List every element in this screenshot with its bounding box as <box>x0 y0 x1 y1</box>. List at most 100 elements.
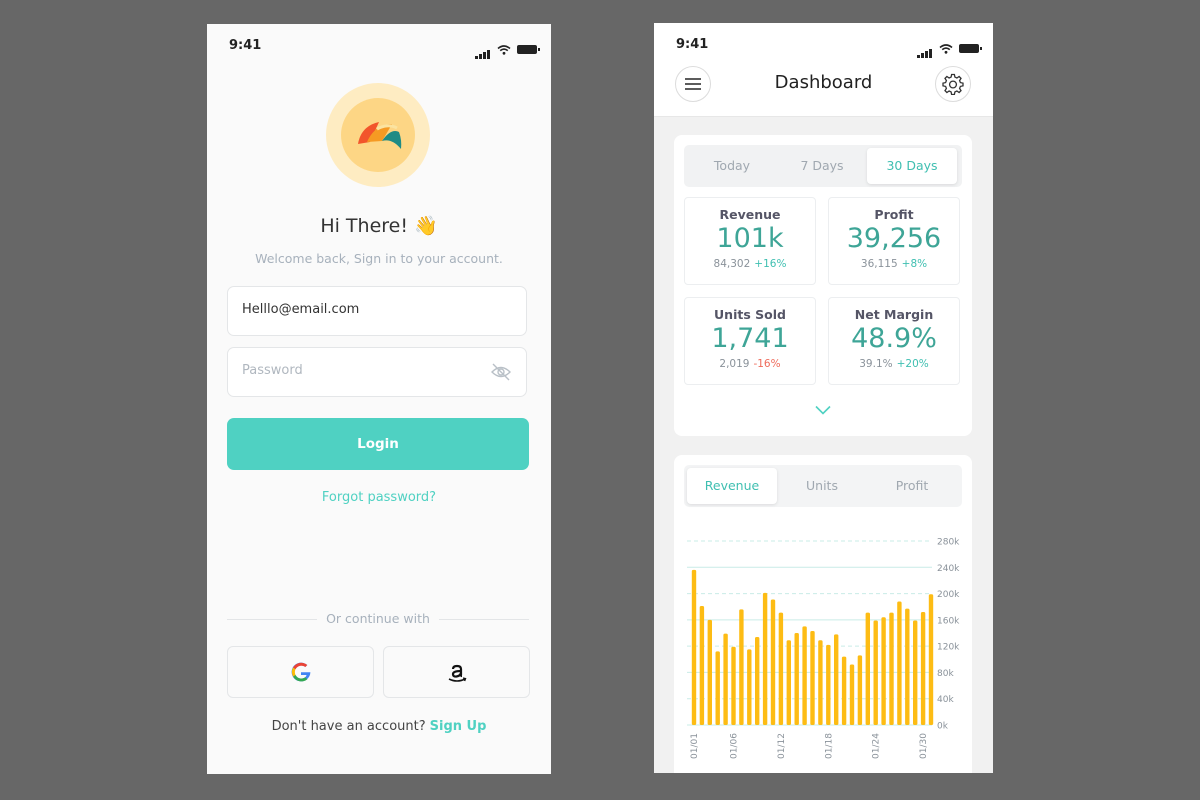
chart-bar <box>755 636 760 725</box>
chart-bar <box>731 646 736 725</box>
stat-change: +8% <box>901 258 928 270</box>
chart-bar <box>873 620 878 725</box>
stat-change: +20% <box>896 358 929 370</box>
chart-bar <box>715 651 720 725</box>
chart-bar <box>849 664 855 725</box>
chart-bar <box>699 606 705 725</box>
chart-bar <box>897 601 902 725</box>
stat-revenue[interactable]: Revenue 101k 84,302 +16% <box>684 197 816 285</box>
status-bar: 9:41 <box>654 37 993 58</box>
stat-change: +16% <box>754 258 787 270</box>
stat-value: 39,256 <box>846 223 942 254</box>
chart-bar <box>865 612 870 725</box>
chart-bar <box>905 608 910 725</box>
revenue-bar-chart: 0k 40k 80k 120k 160k 200k 240k 280k 01/01 01/06 01… <box>687 538 960 759</box>
password-input[interactable] <box>242 363 482 378</box>
stat-value: 48.9% <box>851 323 937 354</box>
chart-bar <box>778 612 784 725</box>
stat-net-margin[interactable]: Net Margin 48.9% 39.1% +20% <box>828 297 960 385</box>
x-tick-label: 01/18 <box>824 733 834 759</box>
stat-value: 1,741 <box>711 323 789 354</box>
chart-bar <box>841 656 847 725</box>
wifi-icon <box>939 43 953 54</box>
y-tick-label: 240k <box>937 564 960 574</box>
tab-30-days[interactable]: 30 Days <box>867 148 957 184</box>
stat-previous: 2,019 <box>719 358 750 370</box>
amazon-icon <box>448 664 466 682</box>
logo-mark-icon <box>358 122 402 149</box>
app-logo <box>326 83 430 187</box>
chart-bar <box>691 569 697 725</box>
status-time: 9:41 <box>229 38 262 53</box>
chart-card: Revenue Units Profit 0k 40k 80k 120k 160k 200… <box>674 455 972 773</box>
stat-units-sold[interactable]: Units Sold 1,741 2,019 -16% <box>684 297 816 385</box>
y-tick-label: 40k <box>937 695 954 705</box>
range-selector: Today 7 Days 30 Days <box>684 145 962 187</box>
x-tick-label: 01/06 <box>730 733 740 759</box>
tab-today[interactable]: Today <box>687 148 777 184</box>
chart-bar <box>913 620 918 725</box>
y-tick-label: 0k <box>937 722 949 732</box>
chart-bar <box>889 612 894 725</box>
stat-label: Profit <box>874 207 914 222</box>
chart-bar <box>762 592 768 725</box>
stat-change: -16% <box>753 358 781 370</box>
email-input[interactable] <box>242 302 482 317</box>
google-icon <box>291 662 310 682</box>
eye-off-icon[interactable] <box>490 362 512 382</box>
x-tick-label: 01/24 <box>872 733 882 759</box>
chevron-down-icon[interactable] <box>815 405 831 415</box>
forgot-password-link[interactable]: Forgot password? <box>207 490 551 505</box>
chart-bar <box>920 611 926 725</box>
stat-label: Units Sold <box>714 307 786 322</box>
y-tick-label: 200k <box>937 590 960 600</box>
tab-7-days[interactable]: 7 Days <box>777 148 867 184</box>
chart-bar <box>786 640 791 725</box>
chart-bar <box>881 617 886 725</box>
chart-bar <box>857 655 863 725</box>
continue-divider: Or continue with <box>227 611 529 627</box>
stat-value: 101k <box>716 223 784 254</box>
login-screen: 9:41 Hi There! 👋 Welcome back, Sign in t… <box>207 24 551 774</box>
email-field[interactable] <box>227 286 527 336</box>
dashboard-header: 9:41 Dashboard <box>654 23 993 117</box>
battery-icon <box>959 44 982 53</box>
y-tick-label: 80k <box>937 669 954 679</box>
chart-bar <box>928 594 934 725</box>
y-tick-label: 280k <box>937 538 960 548</box>
stat-previous: 39.1% <box>859 358 893 370</box>
login-button[interactable]: Login <box>227 418 529 470</box>
signup-link[interactable]: Sign Up <box>430 719 487 734</box>
status-time: 9:41 <box>676 37 709 52</box>
stat-previous: 84,302 <box>713 258 751 270</box>
stats-card: Today 7 Days 30 Days Revenue 101k 84,302… <box>674 135 972 436</box>
amazon-signin-button[interactable] <box>383 646 530 698</box>
gear-icon <box>942 73 964 95</box>
greeting-heading: Hi There! 👋 <box>320 215 438 237</box>
dashboard-screen: 9:41 Dashboard Today 7 Days 30 Days Reve… <box>654 23 993 773</box>
signup-prompt: Don't have an account? Sign Up <box>207 719 551 734</box>
chart-bar <box>818 640 823 725</box>
chart-bar <box>834 634 839 725</box>
wifi-icon <box>497 44 511 55</box>
x-tick-label: 01/01 <box>690 733 700 759</box>
google-signin-button[interactable] <box>227 646 374 698</box>
stat-profit[interactable]: Profit 39,256 36,115 +8% <box>828 197 960 285</box>
chart-bar <box>747 649 752 725</box>
y-tick-label: 160k <box>937 616 960 626</box>
battery-icon <box>517 45 540 54</box>
signal-icon <box>917 39 933 58</box>
password-field[interactable] <box>227 347 527 397</box>
chart-bar <box>739 609 744 725</box>
chart-bar <box>826 644 831 725</box>
settings-button[interactable] <box>935 66 971 102</box>
chart-bar <box>707 619 712 725</box>
stat-label: Revenue <box>719 207 781 222</box>
x-tick-label: 01/12 <box>777 733 787 759</box>
stat-label: Net Margin <box>854 307 934 322</box>
signup-question: Don't have an account? <box>271 719 426 734</box>
y-tick-label: 120k <box>937 643 960 653</box>
chart-bar <box>723 633 728 725</box>
signal-icon <box>475 40 491 59</box>
stat-previous: 36,115 <box>860 258 898 270</box>
